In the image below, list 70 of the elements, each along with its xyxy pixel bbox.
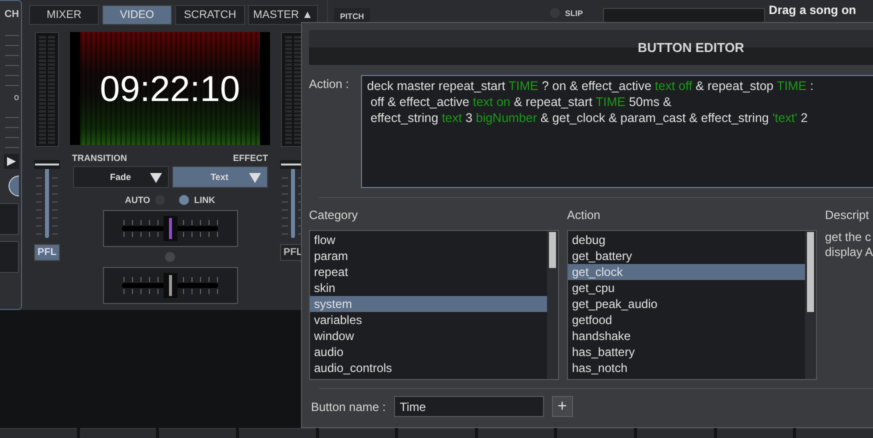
clock-display: 09:22:10	[100, 68, 240, 110]
list-item[interactable]: get_peak_audio	[568, 296, 805, 312]
list-item[interactable]: has_notch	[568, 360, 805, 376]
list-item[interactable]: has_battery	[568, 344, 805, 360]
list-item[interactable]: handshake	[568, 328, 805, 344]
list-item[interactable]: param	[310, 248, 547, 264]
description-text: get the c	[825, 230, 872, 245]
add-button[interactable]: +	[552, 396, 573, 417]
list-item[interactable]: variables	[310, 312, 547, 328]
deck-tab[interactable]	[557, 428, 634, 438]
category-list[interactable]: flow param repeat skin system variables window audio audio_controls	[309, 230, 559, 380]
pfl-button[interactable]: PFL	[34, 244, 60, 261]
button-name-field[interactable]: Time	[394, 396, 544, 417]
list-item[interactable]: audio	[310, 344, 547, 360]
list-item[interactable]: system	[310, 296, 547, 312]
play-icon[interactable]	[4, 154, 19, 169]
deck-tab[interactable]	[796, 428, 873, 438]
list-item[interactable]: get_battery	[568, 248, 805, 264]
pad-button[interactable]	[0, 241, 19, 273]
caret-icon	[150, 173, 162, 183]
action-list[interactable]: debug get_battery get_clock get_cpu get_peak_audio getfood handshake has_battery has_notch	[567, 230, 817, 380]
deck-tab[interactable]	[318, 428, 396, 438]
dropdown[interactable]: Text	[172, 166, 268, 188]
transition-label: TRANSITION	[72, 153, 127, 163]
column-label: Descript	[825, 208, 870, 222]
deck-tab[interactable]	[159, 428, 236, 438]
deck-tab[interactable]	[637, 428, 714, 438]
list-item[interactable]: repeat	[310, 264, 547, 280]
toggle-dot[interactable]	[179, 195, 190, 205]
pad-button[interactable]	[0, 203, 19, 235]
scrollbar-thumb[interactable]	[807, 232, 814, 312]
scrollbar-thumb[interactable]	[549, 232, 556, 268]
mixer-tab[interactable]: MASTER ▲	[248, 5, 318, 25]
deck-tab[interactable]	[478, 428, 554, 438]
mixer-tab[interactable]: SCRATCH	[175, 5, 245, 25]
mixer-tab[interactable]: MIXER	[29, 5, 99, 25]
link-label: LINK	[194, 195, 216, 205]
crossfader-slider[interactable]	[102, 267, 238, 304]
deck-tab[interactable]	[80, 428, 156, 438]
list-item[interactable]: debug	[568, 232, 805, 248]
column-label: Action	[567, 208, 602, 222]
scale-marker: o	[14, 92, 19, 102]
list-item[interactable]: flow	[310, 232, 547, 248]
list-item[interactable]: getfood	[568, 312, 805, 328]
deck-tab[interactable]	[238, 428, 316, 438]
deck-tab[interactable]	[398, 428, 475, 438]
slip-label: SLIP	[565, 8, 583, 18]
button-name-label: Button name :	[311, 400, 386, 414]
description-text: display A	[825, 245, 873, 260]
list-item[interactable]: skin	[310, 280, 547, 296]
deck-tab[interactable]	[0, 428, 77, 438]
mixer-tab[interactable]: VIDEO	[102, 5, 172, 25]
list-item[interactable]: audio_controls	[310, 360, 547, 376]
crossfader-slider[interactable]	[102, 210, 238, 247]
deck-tab[interactable]	[716, 428, 794, 438]
volume-fader[interactable]	[33, 160, 61, 240]
action-label: Action :	[309, 76, 350, 93]
dropdown[interactable]: Fade	[72, 166, 168, 188]
deck-label: CH	[4, 9, 19, 20]
effect-label: EFFECT	[233, 153, 268, 163]
auto-label: AUTO	[124, 195, 150, 205]
list-item[interactable]: get_cpu	[568, 280, 805, 296]
indicator-dot	[165, 252, 175, 262]
list-item[interactable]: window	[310, 328, 547, 344]
dialog-title: BUTTON EDITOR	[309, 30, 873, 65]
column-label: Category	[309, 208, 359, 222]
song-prompt: Drag a song on	[768, 3, 856, 17]
action-editor[interactable]: deck master repeat_start TIME ? on & effect_active text off & repeat_stop TIME : off & effect_active text on & repeat_start TIME 50ms & effect_string text 3 bigNumber & get_clock & param_cast & effect_string 'text' 2	[361, 75, 873, 188]
list-item[interactable]: get_clock	[568, 264, 805, 280]
caret-icon	[248, 173, 260, 183]
